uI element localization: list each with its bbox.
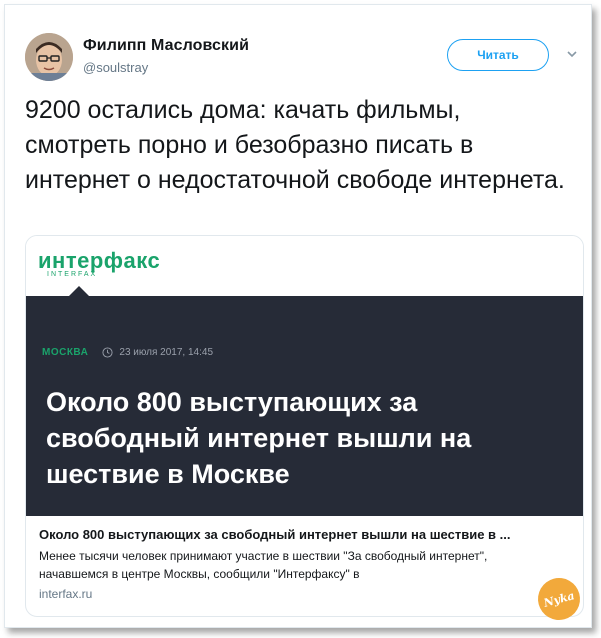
article-date: 23 июля 2017, 14:45 xyxy=(119,347,214,358)
author-display-name[interactable]: Филипп Масловский xyxy=(83,37,249,55)
author-names: Филипп Масловский @soulstray xyxy=(83,37,249,75)
panel-notch xyxy=(69,286,89,296)
avatar[interactable] xyxy=(25,33,73,81)
follow-button[interactable]: Читать xyxy=(447,39,549,71)
article-meta: МОСКВА 23 июля 2017, 14:45 xyxy=(42,347,213,358)
card-domain[interactable]: interfax.ru xyxy=(39,587,570,601)
headline-panel: МОСКВА 23 июля 2017, 14:45 Около 800 выс… xyxy=(26,296,583,516)
tweet-header: Филипп Масловский @soulstray Читать xyxy=(21,31,581,85)
chevron-down-icon[interactable] xyxy=(565,47,579,61)
card-body[interactable]: Около 800 выступающих за свободный интер… xyxy=(26,516,583,601)
article-headline: Около 800 выступающих за свободный интер… xyxy=(46,387,472,489)
tweet-embed: Филипп Масловский @soulstray Читать 9200… xyxy=(4,4,592,628)
article-city: МОСКВА xyxy=(42,347,89,358)
clock-icon xyxy=(102,347,113,358)
card-description: Менее тысячи человек принимают участие в… xyxy=(39,549,488,581)
card-image[interactable]: интерфакс INTERFAX МОСКВА 23 июля 2017, … xyxy=(26,236,583,516)
card-title[interactable]: Около 800 выступающих за свободный интер… xyxy=(39,527,569,542)
author-handle[interactable]: @soulstray xyxy=(83,60,249,75)
brand-logo: интерфакс INTERFAX xyxy=(38,248,160,278)
link-card[interactable]: интерфакс INTERFAX МОСКВА 23 июля 2017, … xyxy=(25,235,584,617)
tweet-text: 9200 остались дома: качать фильмы, смотр… xyxy=(25,96,565,194)
